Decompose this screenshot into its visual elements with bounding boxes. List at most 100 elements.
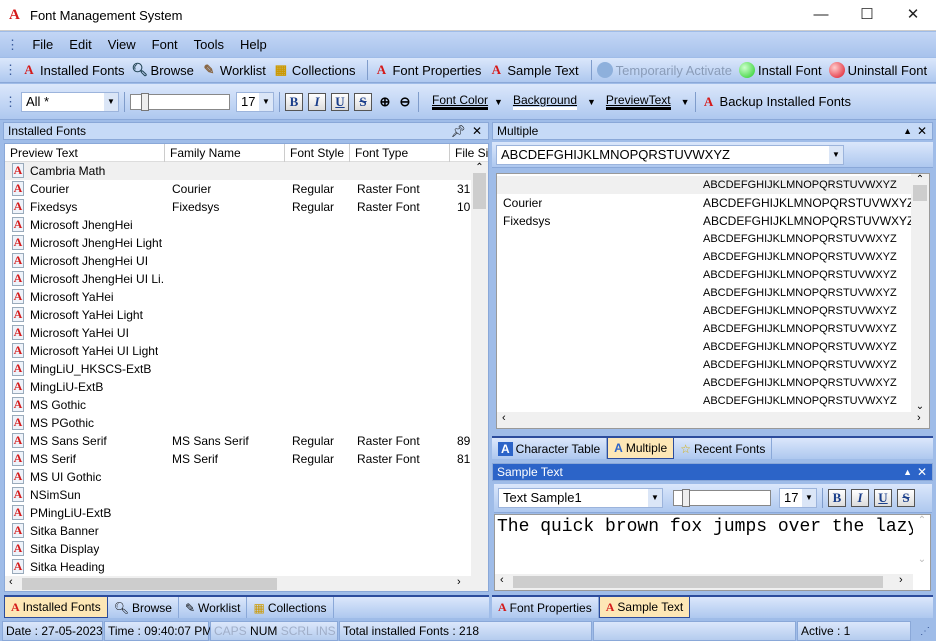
font-row[interactable]: A Microsoft YaHei (5, 288, 471, 306)
temporarily-activate-button[interactable]: Temporarily Activate (596, 62, 732, 78)
font-row[interactable]: A MS Serif MS Serif Regular Raster Font 81 (5, 450, 471, 468)
horizontal-scrollbar[interactable]: ‹ › (5, 576, 488, 591)
backup-installed-fonts-button[interactable]: A Backup Installed Fonts (701, 94, 851, 110)
vertical-scrollbar[interactable]: ⌃ ⌄ (913, 515, 930, 574)
sample-text-area[interactable]: The quick brown fox jumps over the lazy … (494, 514, 931, 591)
font-row[interactable]: A Microsoft JhengHei (5, 216, 471, 234)
preview-text-color-picker[interactable]: PreviewText (605, 93, 671, 110)
worklist-button[interactable]: ✎ Worklist (201, 62, 265, 78)
panel-close-icon[interactable]: ✕ (917, 464, 927, 480)
horizontal-scrollbar[interactable]: ‹ › (497, 412, 929, 428)
multiple-row[interactable]: Courier ABCDEFGHIJKLMNOPQRSTUVWXYZ (497, 194, 911, 212)
sample-select[interactable]: Text Sample1 ▼ (498, 488, 663, 508)
size-select[interactable]: 17 ▼ (236, 91, 274, 112)
panel-close-icon[interactable]: ✕ (472, 123, 482, 139)
strikethrough-button[interactable]: S (354, 92, 372, 111)
italic-button[interactable]: I (308, 92, 326, 111)
collapse-icon[interactable]: ▲ (903, 123, 912, 139)
font-row[interactable]: A Sitka Banner (5, 522, 471, 540)
bold-button[interactable]: B (828, 489, 846, 507)
preview-text-combo[interactable]: ABCDEFGHIJKLMNOPQRSTUVWXYZ ▼ (496, 145, 844, 165)
font-row[interactable]: A Microsoft YaHei UI Light (5, 342, 471, 360)
font-row[interactable]: A MS UI Gothic (5, 468, 471, 486)
underline-button[interactable]: U (331, 92, 349, 111)
background-color-picker[interactable]: Background (512, 93, 577, 110)
menu-tools[interactable]: Tools (186, 32, 232, 57)
multiple-row[interactable]: ABCDEFGHIJKLMNOPQRSTUVWXYZ (497, 374, 911, 392)
pin-icon[interactable]: 📌︎ (451, 123, 466, 139)
font-properties-button[interactable]: A Font Properties (373, 62, 482, 78)
font-row[interactable]: A MS PGothic (5, 414, 471, 432)
font-row[interactable]: A Microsoft JhengHei Light (5, 234, 471, 252)
font-row[interactable]: A Courier Courier Regular Raster Font 31 (5, 180, 471, 198)
font-color-dropdown[interactable]: ▼ (494, 97, 503, 107)
menu-edit[interactable]: Edit (61, 32, 99, 57)
font-row[interactable]: A NSimSun (5, 486, 471, 504)
font-row[interactable]: A MS Sans Serif MS Sans Serif Regular Raster… (5, 432, 471, 450)
multiple-row[interactable]: ABCDEFGHIJKLMNOPQRSTUVWXYZ (497, 176, 911, 194)
column-family-name[interactable]: Family Name (165, 144, 285, 162)
multiple-row[interactable]: ABCDEFGHIJKLMNOPQRSTUVWXYZ (497, 392, 911, 410)
font-row[interactable]: A Microsoft JhengHei UI Li... (5, 270, 471, 288)
close-button[interactable]: ✕ (890, 0, 936, 31)
font-row[interactable]: A Microsoft JhengHei UI (5, 252, 471, 270)
multiple-row[interactable]: Fixedsys ABCDEFGHIJKLMNOPQRSTUVWXYZ (497, 212, 911, 230)
vertical-scrollbar[interactable]: ⌃ (471, 162, 488, 576)
bold-button[interactable]: B (285, 92, 303, 111)
horizontal-scrollbar[interactable]: ‹ › (495, 574, 913, 590)
multiple-row[interactable]: ABCDEFGHIJKLMNOPQRSTUVWXYZ (497, 302, 911, 320)
install-font-button[interactable]: Install Font (738, 62, 822, 78)
zoom-in-icon[interactable]: ⊕ (377, 94, 393, 110)
column-font-style[interactable]: Font Style (285, 144, 350, 162)
size-slider[interactable] (130, 92, 230, 111)
sample-size-select[interactable]: 17 ▼ (779, 488, 817, 508)
menu-file[interactable]: File (24, 32, 61, 57)
tab-collections[interactable]: ▦ Collections (247, 597, 334, 618)
multiple-row[interactable]: ABCDEFGHIJKLMNOPQRSTUVWXYZ (497, 320, 911, 338)
browse-button[interactable]: 🔍︎ Browse (132, 62, 194, 78)
menu-font[interactable]: Font (144, 32, 186, 57)
tab-browse[interactable]: 🔍︎ Browse (108, 597, 179, 618)
tab-sample-text[interactable]: A Sample Text (598, 597, 691, 618)
font-row[interactable]: A Microsoft YaHei UI (5, 324, 471, 342)
uninstall-font-button[interactable]: Uninstall Font (828, 62, 927, 78)
maximize-button[interactable]: ☐ (844, 0, 890, 31)
menu-view[interactable]: View (100, 32, 144, 57)
zoom-out-icon[interactable]: ⊖ (397, 94, 413, 110)
font-row[interactable]: A Cambria Math (5, 162, 471, 180)
column-font-type[interactable]: Font Type (350, 144, 450, 162)
tab-character-table[interactable]: A Character Table (492, 438, 608, 459)
font-row[interactable]: A Sitka Display (5, 540, 471, 558)
italic-button[interactable]: I (851, 489, 869, 507)
sample-text-button[interactable]: A Sample Text (488, 62, 579, 78)
tab-font-properties[interactable]: A Font Properties (492, 597, 599, 618)
menu-help[interactable]: Help (232, 32, 275, 57)
installed-fonts-button[interactable]: A Installed Fonts (21, 62, 124, 78)
minimize-button[interactable]: — (798, 0, 844, 31)
multiple-row[interactable]: ABCDEFGHIJKLMNOPQRSTUVWXYZ (497, 230, 911, 248)
background-dropdown[interactable]: ▼ (587, 97, 596, 107)
multiple-row[interactable]: ABCDEFGHIJKLMNOPQRSTUVWXYZ (497, 266, 911, 284)
font-row[interactable]: A MingLiU_HKSCS-ExtB (5, 360, 471, 378)
tab-installed-fonts[interactable]: A Installed Fonts (4, 597, 108, 618)
preview-text-dropdown[interactable]: ▼ (681, 97, 690, 107)
collections-button[interactable]: ▦ Collections (273, 62, 356, 78)
strikethrough-button[interactable]: S (897, 489, 915, 507)
multiple-row[interactable]: ABCDEFGHIJKLMNOPQRSTUVWXYZ (497, 284, 911, 302)
multiple-row[interactable]: ABCDEFGHIJKLMNOPQRSTUVWXYZ (497, 248, 911, 266)
font-row[interactable]: A MingLiU-ExtB (5, 378, 471, 396)
multiple-row[interactable]: ABCDEFGHIJKLMNOPQRSTUVWXYZ (497, 338, 911, 356)
font-row[interactable]: A Microsoft YaHei Light (5, 306, 471, 324)
vertical-scrollbar[interactable]: ⌃ ⌄ (911, 174, 929, 412)
sample-size-slider[interactable] (673, 489, 771, 507)
underline-button[interactable]: U (874, 489, 892, 507)
font-row[interactable]: A PMingLiU-ExtB (5, 504, 471, 522)
font-row[interactable]: A Fixedsys Fixedsys Regular Raster Font 10 (5, 198, 471, 216)
collapse-icon[interactable]: ▲ (903, 464, 912, 480)
column-preview-text[interactable]: Preview Text (5, 144, 165, 162)
tab-recent-fonts[interactable]: ☆ Recent Fonts (674, 438, 773, 459)
column-file-size[interactable]: File Size (450, 144, 488, 162)
resize-grip[interactable]: ⋰ (920, 626, 930, 637)
panel-close-icon[interactable]: ✕ (917, 123, 927, 139)
multiple-row[interactable]: ABCDEFGHIJKLMNOPQRSTUVWXYZ (497, 356, 911, 374)
